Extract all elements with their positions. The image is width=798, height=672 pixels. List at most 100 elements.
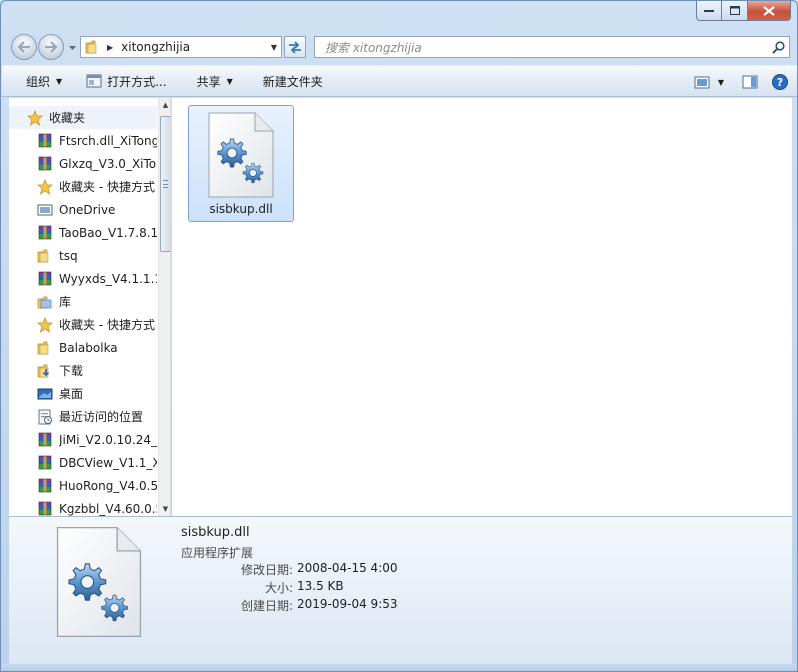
caption-buttons [696,1,791,21]
nav-item[interactable]: Glxzq_V3.0_XiTongZhiJia [9,152,157,175]
nav-item[interactable]: Kgzbbl_V4.60.0.5 [9,497,157,516]
search-box[interactable]: 搜索 xitongzhijia [314,36,790,58]
modified-value[interactable]: 2008-04-15 4:00 [297,561,398,578]
created-label: 创建日期: [240,599,293,613]
nav-item[interactable]: 桌面 [9,382,157,405]
winrar-archive-icon [37,501,53,517]
nav-item[interactable]: 最近访问的位置 [9,405,157,428]
nav-item-label: Glxzq_V3.0_XiTongZhiJia [59,156,157,171]
forward-button[interactable] [38,34,64,60]
address-path[interactable]: xitongzhijia [121,40,267,54]
nav-item-label: Wyyxds_V4.1.1.1 [59,271,157,286]
nav-item-label: TaoBao_V1.7.8.1 [59,225,157,240]
help-button[interactable]: ? [772,74,788,90]
nav-item[interactable]: tsq [9,244,157,267]
nav-item[interactable]: 收藏夹 - 快捷方式 [9,313,157,336]
nav-item-label: tsq [59,248,78,263]
nav-item[interactable]: 收藏夹 - 快捷方式 [9,175,157,198]
nav-item-label: 下载 [59,364,84,378]
modified-label: 修改日期: [240,563,293,577]
refresh-button[interactable] [284,36,306,58]
svg-text:?: ? [777,76,783,89]
details-file-name[interactable]: sisbkup.dll [181,525,250,540]
chevron-down-icon [68,45,76,50]
organize-label: 组织 [26,74,51,89]
library-icon [37,294,53,310]
open-with-button[interactable]: 打开方式... [78,70,174,92]
file-item[interactable]: sisbkup.dll [188,105,294,222]
view-controls: ▼ ? [684,71,788,93]
scroll-thumb[interactable] [160,116,170,252]
nav-item[interactable]: 库 [9,290,157,313]
new-folder-label: 新建文件夹 [262,74,323,89]
size-label: 大小: [264,581,293,595]
onedrive-icon [37,202,53,218]
nav-item[interactable]: DBCView_V1.1_XiTongZhiJia [9,451,157,474]
window-bottom-frame [1,664,797,671]
preview-pane-button[interactable] [742,75,758,89]
winrar-archive-icon [37,156,53,172]
winrar-archive-icon [37,133,53,149]
created-value[interactable]: 2019-09-04 9:53 [297,597,398,614]
nav-item-label: OneDrive [59,202,116,217]
navigation-scrollbar[interactable]: ▲ ▼ [158,98,170,516]
nav-item-label: JiMi_V2.0.10.24_XiTongZhiJia [59,432,157,447]
address-bar[interactable]: ▶ xitongzhijia ▼ [80,36,282,58]
details-created-row: 创建日期: 2019-09-04 9:53 [181,597,581,614]
nav-item[interactable]: TaoBao_V1.7.8.1 [9,221,157,244]
maximize-button[interactable] [722,1,748,21]
nav-item[interactable]: Balabolka [9,336,157,359]
grip-icon [163,180,168,188]
star-icon [27,109,43,126]
navigation-list: 收藏夹 Ftsrch.dll_XiTongZhiJia Glxzq_V3.0_XiT… [9,106,157,516]
open-with-icon [86,74,102,88]
search-input[interactable]: 搜索 xitongzhijia [325,39,767,56]
nav-item-label: 收藏夹 - 快捷方式 [59,180,155,194]
file-list-pane: sisbkup.dll [172,98,792,516]
nav-item[interactable]: JiMi_V2.0.10.24_XiTongZhiJia [9,428,157,451]
size-value: 13.5 KB [297,579,344,593]
details-modified-row: 修改日期: 2008-04-15 4:00 [181,561,581,578]
desktop-icon [37,386,53,402]
address-history-chevron-icon[interactable]: ▼ [267,43,281,52]
nav-item-label: Kgzbbl_V4.60.0.5 [59,501,157,516]
change-view-button[interactable]: ▼ [694,76,724,89]
nav-favorites-header[interactable]: 收藏夹 [9,106,157,129]
explorer-window: ▶ xitongzhijia ▼ 搜索 xitongzhijia 组织 ▼ 打开… [0,0,798,672]
scroll-up-arrow-icon[interactable]: ▲ [159,98,170,112]
organize-button[interactable]: 组织 ▼ [18,70,70,92]
recent-places-icon [37,409,53,425]
search-icon[interactable] [767,40,789,54]
chevron-down-icon: ▼ [226,76,233,86]
refresh-arrows-icon [289,41,301,54]
chevron-down-icon: ▼ [717,77,724,87]
minimize-button[interactable] [696,1,722,21]
close-icon [763,5,775,16]
address-row: ▶ xitongzhijia ▼ 搜索 xitongzhijia [1,31,797,63]
nav-item[interactable]: 下载 [9,359,157,382]
nav-item-label: Balabolka [59,340,118,355]
back-button[interactable] [11,34,37,60]
scroll-down-arrow-icon[interactable]: ▼ [159,502,170,516]
navigation-pane: 收藏夹 Ftsrch.dll_XiTongZhiJia Glxzq_V3.0_XiT… [9,98,171,516]
nav-item[interactable]: Ftsrch.dll_XiTongZhiJia [9,129,157,152]
details-file-type: 应用程序扩展 [181,546,254,560]
new-folder-button[interactable]: 新建文件夹 [255,70,331,92]
nav-item[interactable]: Wyyxds_V4.1.1.1 [9,267,157,290]
nav-item[interactable]: OneDrive [9,198,157,221]
close-button[interactable] [748,1,791,21]
winrar-archive-icon [37,432,53,448]
nav-item-label: HuoRong_V4.0.5 [59,478,157,493]
view-thumbnails-icon [694,76,710,88]
downloads-icon [37,363,53,379]
details-size-row: 大小: 13.5 KB [181,579,581,596]
winrar-archive-icon [37,455,53,471]
command-bar: 组织 ▼ 打开方式... 共享 ▼ 新建文件夹 ▼ ? [2,65,797,97]
share-button[interactable]: 共享 ▼ [189,70,241,92]
recent-pages-dropdown[interactable] [67,43,77,53]
winrar-archive-icon [37,271,53,287]
share-label: 共享 [196,74,221,89]
minimize-icon [704,9,714,12]
breadcrumb-arrow-icon[interactable]: ▶ [107,43,113,52]
nav-item[interactable]: HuoRong_V4.0.5 [9,474,157,497]
